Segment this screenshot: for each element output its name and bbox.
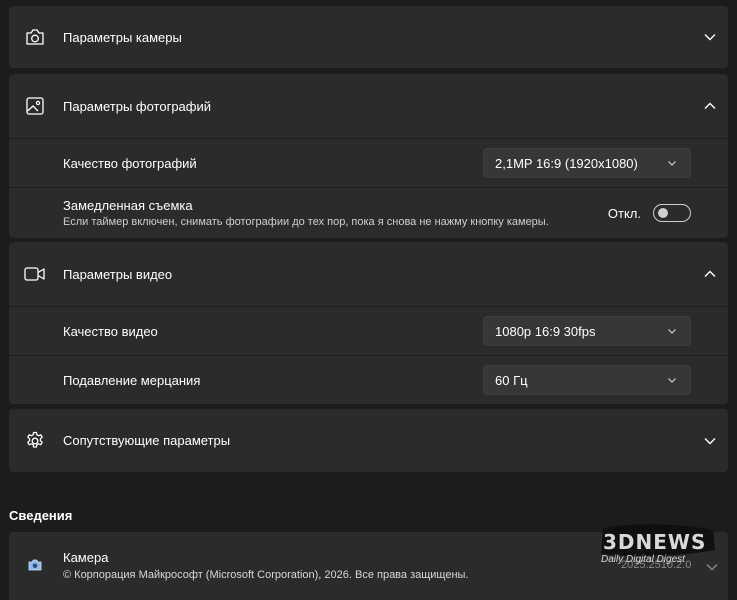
chevron-down-icon	[666, 374, 678, 386]
chevron-down-icon[interactable]	[702, 433, 718, 449]
camera-settings-title: Параметры камеры	[63, 29, 182, 45]
video-icon	[24, 263, 46, 285]
image-icon	[24, 95, 46, 117]
photo-quality-dropdown[interactable]: 2,1MP 16:9 (1920x1080)	[483, 148, 691, 178]
video-quality-row: Качество видео 1080p 16:9 30fps	[9, 307, 728, 355]
camera-icon	[24, 26, 46, 48]
photo-quality-value: 2,1MP 16:9 (1920x1080)	[495, 155, 638, 171]
gear-icon	[24, 430, 46, 452]
video-settings-card: Параметры видео Качество видео 1080p 16:…	[9, 242, 728, 404]
photo-settings-title: Параметры фотографий	[63, 98, 212, 114]
timelapse-state-label: Откл.	[607, 205, 641, 221]
toggle-knob	[658, 208, 668, 218]
photo-quality-label: Качество фотографий	[63, 155, 197, 171]
flicker-dropdown[interactable]: 60 Гц	[483, 365, 691, 395]
watermark-brand: 3DNEWS	[603, 530, 707, 554]
chevron-down-icon[interactable]	[702, 29, 718, 45]
photo-quality-row: Качество фотографий 2,1MP 16:9 (1920x108…	[9, 139, 728, 187]
flicker-label: Подавление мерцания	[63, 372, 201, 388]
chevron-up-icon[interactable]	[702, 266, 718, 282]
about-copyright: © Корпорация Майкрософт (Microsoft Corpo…	[63, 569, 469, 581]
watermark-tagline: Daily Digital Digest	[601, 554, 685, 565]
video-settings-header[interactable]: Параметры видео	[9, 242, 728, 306]
chevron-down-icon	[666, 325, 678, 337]
video-settings-title: Параметры видео	[63, 266, 173, 282]
chevron-down-icon	[666, 157, 678, 169]
photo-settings-header[interactable]: Параметры фотографий	[9, 74, 728, 138]
camera-app-icon	[28, 558, 42, 571]
video-quality-value: 1080p 16:9 30fps	[495, 323, 596, 339]
video-quality-label: Качество видео	[63, 323, 158, 339]
timelapse-title: Замедленная съемка	[63, 198, 193, 213]
timelapse-description: Если таймер включен, снимать фотографии …	[63, 216, 549, 228]
flicker-value: 60 Гц	[495, 372, 528, 388]
flicker-row: Подавление мерцания 60 Гц	[9, 356, 728, 404]
camera-settings-card[interactable]: Параметры камеры	[9, 6, 728, 68]
related-settings-card[interactable]: Сопутствующие параметры	[9, 409, 728, 472]
timelapse-toggle-wrap: Откл.	[608, 204, 691, 222]
timelapse-toggle[interactable]	[653, 204, 691, 222]
watermark-logo: 3DNEWS Daily Digital Digest	[595, 520, 720, 572]
about-section-title: Сведения	[9, 508, 73, 523]
photo-settings-card: Параметры фотографий Качество фотографий…	[9, 74, 728, 238]
related-settings-title: Сопутствующие параметры	[63, 433, 231, 448]
chevron-up-icon[interactable]	[702, 98, 718, 114]
video-quality-dropdown[interactable]: 1080p 16:9 30fps	[483, 316, 691, 346]
about-app-name: Камера	[63, 550, 109, 565]
